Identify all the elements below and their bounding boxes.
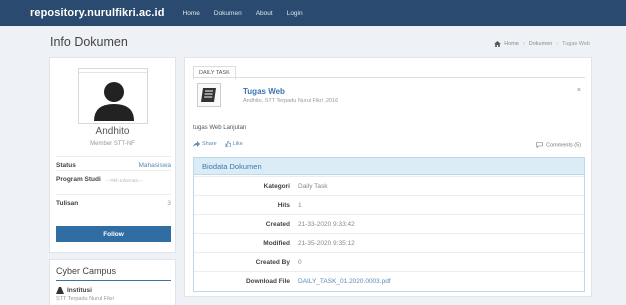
nav-links: Home Dokumen About Login bbox=[183, 10, 317, 17]
biodata-panel: Biodata Dokumen Kategori Daily Task Hits… bbox=[193, 157, 585, 292]
biodata-value: 1 bbox=[298, 201, 302, 209]
page-title: Info Dokumen bbox=[50, 35, 128, 49]
follow-button[interactable]: Follow bbox=[56, 226, 171, 242]
cyber-divider bbox=[56, 280, 171, 281]
cyber-campus-card: Cyber Campus Institusi STT Terpadu Nurul… bbox=[49, 259, 176, 305]
status-row: Status Mahasiswa bbox=[56, 156, 171, 169]
biodata-label: Created bbox=[265, 220, 290, 228]
avatar-frame-top bbox=[79, 69, 147, 73]
biodata-row-kategori: Kategori Daily Task bbox=[194, 176, 584, 195]
cyber-sub: STT Terpadu Nurul Fikri bbox=[56, 296, 115, 302]
cyber-institusi: Institusi bbox=[56, 287, 92, 294]
biodata-label: Download File bbox=[245, 277, 290, 285]
prodi-sub: -- Pilih Informasi -- bbox=[106, 178, 143, 183]
biodata-label: Hits bbox=[277, 201, 290, 209]
profile-role: Member STT-NF bbox=[90, 141, 135, 147]
biodata-label: Modified bbox=[263, 239, 290, 247]
status-value: Mahasiswa bbox=[138, 162, 171, 169]
tulisan-value: 3 bbox=[167, 200, 171, 207]
avatar bbox=[78, 68, 148, 124]
biodata-row-created: Created 21-33-2020 9:33:42 bbox=[194, 214, 584, 233]
home-icon bbox=[494, 41, 502, 47]
biodata-row-created-by: Created By 0 bbox=[194, 252, 584, 271]
nav-dokumen[interactable]: Dokumen bbox=[214, 10, 242, 17]
nav-home[interactable]: Home bbox=[183, 10, 200, 17]
avatar-user-icon bbox=[94, 82, 134, 121]
breadcrumb-current: Tugas Web bbox=[562, 41, 590, 47]
comments-link[interactable]: Comments (5) bbox=[535, 142, 581, 149]
breadcrumb-separator: › bbox=[522, 41, 525, 47]
document-thumbnail bbox=[197, 83, 221, 107]
like-icon bbox=[224, 141, 231, 147]
top-navbar: repository.nurulfikri.ac.id Home Dokumen… bbox=[0, 0, 626, 26]
profile-name: Andhito bbox=[95, 126, 130, 137]
biodata-row-hits: Hits 1 bbox=[194, 195, 584, 214]
document-meta: Andhito, STT Terpadu Nurul Fikri ,2016 bbox=[243, 98, 339, 104]
cyber-label: Institusi bbox=[67, 287, 92, 294]
like-link[interactable]: Like bbox=[233, 141, 243, 147]
biodata-value: 21-35-2020 9:35:12 bbox=[298, 239, 355, 247]
tulisan-row: Tulisan 3 bbox=[56, 194, 171, 207]
biodata-label: Created By bbox=[255, 258, 290, 266]
status-label: Status bbox=[56, 162, 76, 169]
site-brand[interactable]: repository.nurulfikri.ac.id bbox=[30, 7, 165, 19]
breadcrumb-dokumen[interactable]: Dokumen bbox=[529, 41, 553, 47]
nav-login[interactable]: Login bbox=[287, 10, 303, 17]
comments-label: Comments (5) bbox=[546, 142, 581, 149]
biodata-value: Daily Task bbox=[298, 182, 328, 190]
nav-about[interactable]: About bbox=[256, 10, 273, 17]
breadcrumb-separator: › bbox=[556, 41, 559, 47]
document-card: DAILY TASK Tugas Web Andhito, STT Terpad… bbox=[184, 57, 592, 297]
document-actions: Share Like bbox=[193, 141, 251, 147]
profile-card: Andhito Member STT-NF Status Mahasiswa P… bbox=[49, 57, 176, 253]
close-icon[interactable]: × bbox=[577, 87, 581, 94]
breadcrumb: Home › Dokumen › Tugas Web bbox=[494, 41, 590, 47]
document-title[interactable]: Tugas Web bbox=[243, 87, 285, 96]
share-link[interactable]: Share bbox=[202, 141, 217, 147]
cyber-title: Cyber Campus bbox=[56, 266, 117, 276]
tulisan-label: Tulisan bbox=[56, 200, 79, 207]
biodata-value: 21-33-2020 9:33:42 bbox=[298, 220, 355, 228]
comment-icon bbox=[535, 142, 543, 149]
share-icon bbox=[193, 141, 200, 147]
biodata-heading: Biodata Dokumen bbox=[194, 158, 584, 175]
biodata-row-download: Download File DAILY_TASK_01.2020.0003.pd… bbox=[194, 271, 584, 290]
prodi-label: Program Studi bbox=[56, 176, 101, 183]
book-icon bbox=[201, 88, 216, 102]
biodata-row-modified: Modified 21-35-2020 9:35:12 bbox=[194, 233, 584, 252]
institution-icon bbox=[56, 287, 64, 294]
biodata-label: Kategori bbox=[263, 182, 290, 190]
breadcrumb-home[interactable]: Home bbox=[504, 41, 519, 47]
document-description: tugas Web Lanjutan bbox=[193, 125, 247, 131]
biodata-value: 0 bbox=[298, 258, 302, 266]
download-file-link[interactable]: DAILY_TASK_01.2020.0003.pdf bbox=[298, 278, 391, 285]
tab-divider bbox=[193, 77, 585, 78]
